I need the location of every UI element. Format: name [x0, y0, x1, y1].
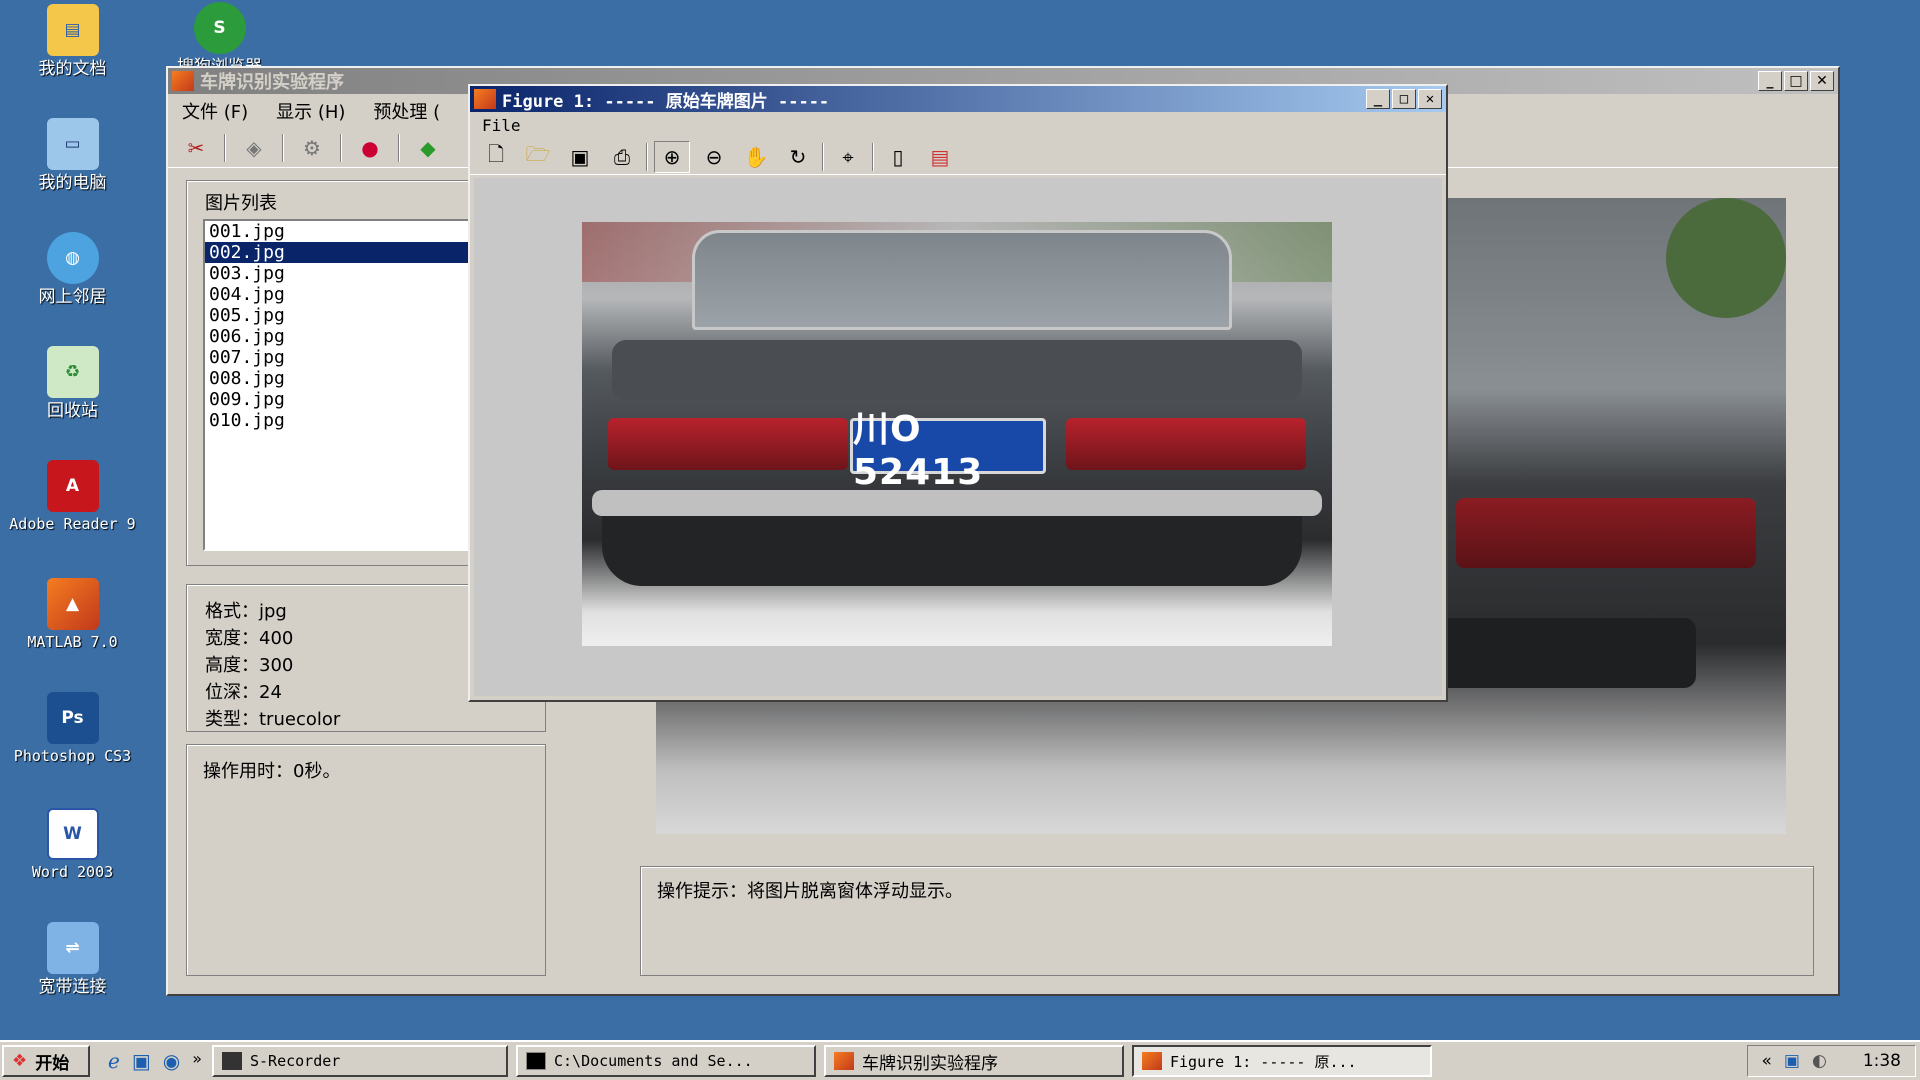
figure-task-icon: [1142, 1052, 1162, 1070]
task-srecorder[interactable]: S-Recorder: [212, 1045, 508, 1077]
desktop-icon-adobe-reader[interactable]: A Adobe Reader 9: [0, 460, 145, 533]
system-tray: « ▣ ◐ 1:38: [1746, 1045, 1916, 1077]
license-plate: 川O 52413: [850, 409, 1046, 493]
figure-window: Figure 1: ----- 原始车牌图片 ----- _ □ ✕ File …: [468, 84, 1448, 702]
network-tray-icon[interactable]: ▣: [1784, 1051, 1800, 1071]
scissors-icon[interactable]: ✂: [176, 132, 216, 164]
menu-preprocess[interactable]: 预处理 (: [373, 98, 440, 124]
desktop-icon-my-computer[interactable]: ▭ 我的电脑: [0, 118, 145, 194]
export-icon[interactable]: ◆: [408, 132, 448, 164]
data-cursor-icon[interactable]: ⌖: [830, 141, 866, 173]
overflow-chevron-icon[interactable]: »: [192, 1049, 202, 1073]
license-plate-text: 川O 52413: [853, 408, 984, 493]
task-plate-app[interactable]: 车牌识别实验程序: [824, 1045, 1124, 1077]
adobe-reader-icon: A: [46, 460, 99, 512]
figure-title: Figure 1: ----- 原始车牌图片 -----: [502, 91, 830, 112]
colorbar-icon[interactable]: ▯: [880, 141, 916, 173]
desktop-icon-my-documents[interactable]: ▤ 我的文档: [0, 4, 145, 80]
clock[interactable]: 1:38: [1863, 1051, 1901, 1071]
desktop-icon-recycle-bin[interactable]: ♻ 回收站: [0, 346, 145, 422]
zoom-out-icon[interactable]: ⊖: [696, 141, 732, 173]
figure-toolbar: 🗋 🗁 ▣ ⎙ ⊕ ⊖ ✋ ↻ ⌖ ▯ ▤: [470, 139, 1446, 175]
figure-menu-file[interactable]: File: [482, 116, 521, 135]
figure-menubar: File: [470, 112, 1446, 139]
desktop-icon-photoshop[interactable]: Ps Photoshop CS3: [0, 692, 145, 765]
elapsed-text: 操作用时：0秒。: [203, 761, 341, 782]
menu-file[interactable]: 文件 (F): [182, 98, 248, 124]
figure-canvas: 川O 52413: [474, 178, 1442, 696]
pan-hand-icon[interactable]: ✋: [738, 141, 774, 173]
my-computer-icon: ▭: [46, 118, 99, 170]
print-icon[interactable]: ⎙: [604, 141, 640, 173]
open-folder-icon[interactable]: 🗁: [520, 141, 556, 173]
media-icon[interactable]: ◉: [163, 1049, 180, 1073]
save-icon[interactable]: ▣: [562, 141, 598, 173]
matlab-figure-icon: [474, 89, 496, 109]
menu-display[interactable]: 显示 (H): [276, 98, 345, 124]
zoom-in-icon[interactable]: ⊕: [654, 140, 690, 173]
desktop-icon-network[interactable]: ◍ 网上邻居: [0, 232, 145, 308]
matlab-app-icon: [172, 71, 194, 91]
desktop-icon-matlab[interactable]: ▲ MATLAB 7.0: [0, 578, 145, 651]
close-button[interactable]: ✕: [1810, 71, 1834, 91]
cmd-icon: [526, 1052, 546, 1070]
figure-maximize-button[interactable]: □: [1392, 89, 1416, 109]
start-button[interactable]: ❖ 开始: [2, 1045, 90, 1077]
legend-icon[interactable]: ▤: [922, 141, 958, 173]
matlab-icon: ▲: [46, 578, 99, 630]
broadband-icon: ⇌: [46, 922, 99, 974]
tray-expand-icon[interactable]: «: [1762, 1051, 1772, 1071]
sogou-browser-icon: S: [193, 2, 246, 54]
recycle-bin-icon: ♻: [46, 346, 99, 398]
figure-close-button[interactable]: ✕: [1418, 89, 1442, 109]
hint-panel: 操作提示：将图片脱离窗体浮动显示。: [640, 866, 1814, 976]
gear-icon[interactable]: ⚙: [292, 132, 332, 164]
figure-minimize-button[interactable]: _: [1366, 89, 1390, 109]
srecorder-icon: [222, 1052, 242, 1070]
task-cmd[interactable]: C:\Documents and Se...: [516, 1045, 816, 1077]
maximize-button[interactable]: □: [1784, 71, 1808, 91]
word-icon: W: [46, 808, 99, 860]
desktop-icon-broadband[interactable]: ⇌ 宽带连接: [0, 922, 145, 998]
task-figure[interactable]: Figure 1: ----- 原...: [1132, 1045, 1432, 1077]
network-places-icon: ◍: [46, 232, 99, 284]
desktop-icon-word[interactable]: W Word 2003: [0, 808, 145, 881]
matlab-task-icon: [834, 1052, 854, 1070]
image-list-title: 图片列表: [205, 193, 277, 214]
info-type: 类型：truecolor: [205, 709, 341, 730]
volume-tray-icon[interactable]: ◐: [1812, 1051, 1827, 1071]
taskbar: ❖ 开始 ℯ ▣ ◉ » S-Recorder C:\Documents and…: [0, 1040, 1920, 1080]
elapsed-panel: 操作用时：0秒。: [186, 744, 546, 976]
photoshop-icon: Ps: [46, 692, 99, 744]
ie-icon[interactable]: ℯ: [108, 1049, 120, 1073]
desktop-icon-quick[interactable]: ▣: [132, 1049, 151, 1073]
minimize-button[interactable]: _: [1758, 71, 1782, 91]
car-photo: 川O 52413: [582, 222, 1332, 646]
rotate-3d-icon[interactable]: ↻: [780, 141, 816, 173]
quicklaunch: ℯ ▣ ◉ »: [98, 1049, 212, 1073]
figure-window-titlebar[interactable]: Figure 1: ----- 原始车牌图片 ----- _ □ ✕: [470, 86, 1446, 112]
windows-logo-icon: ❖: [12, 1051, 28, 1071]
hint-text: 操作提示：将图片脱离窗体浮动显示。: [657, 881, 963, 902]
rgb-icon[interactable]: ●: [350, 132, 390, 164]
layers-icon[interactable]: ◈: [234, 132, 274, 164]
my-documents-icon: ▤: [46, 4, 99, 56]
new-file-icon[interactable]: 🗋: [478, 141, 514, 173]
